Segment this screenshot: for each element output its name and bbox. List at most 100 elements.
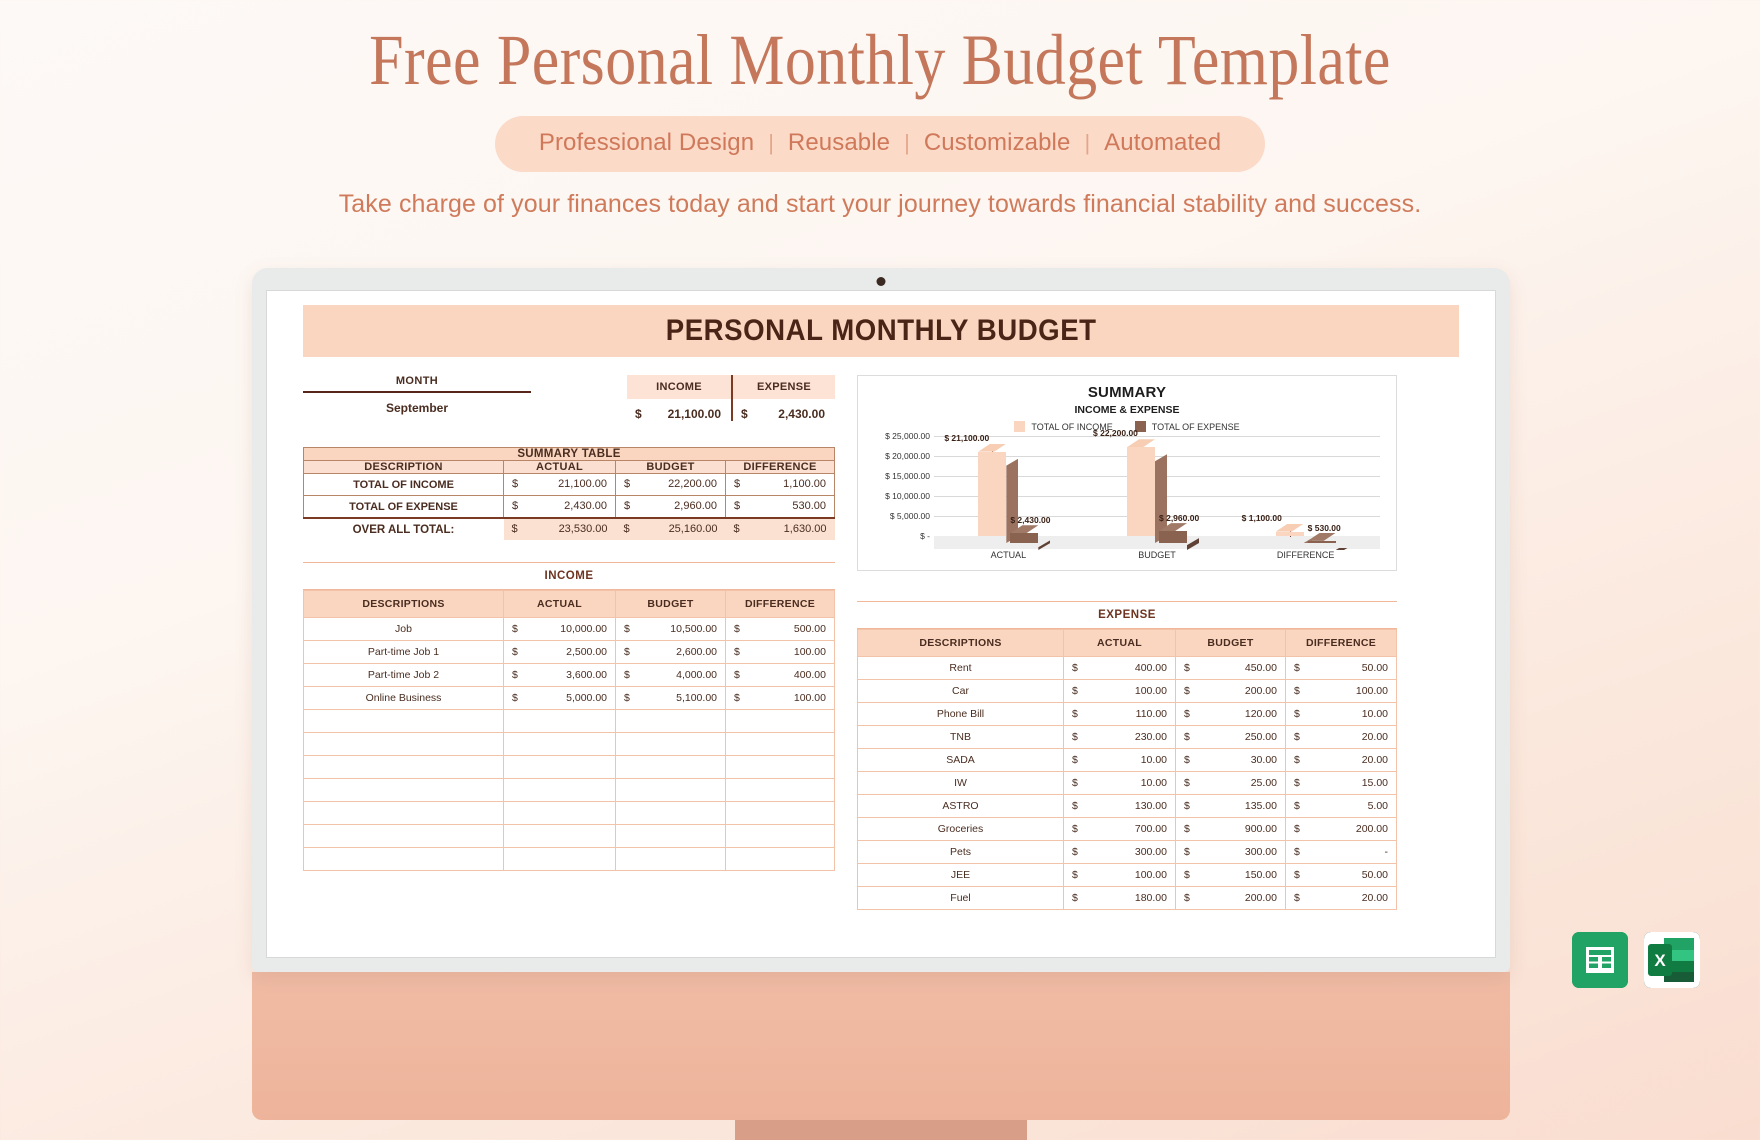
month-value[interactable]: September <box>303 393 531 415</box>
row-difference[interactable]: $5.00 <box>1285 794 1397 818</box>
row-budget[interactable] <box>615 709 726 733</box>
row-difference[interactable]: $100.00 <box>725 686 835 710</box>
row-description[interactable]: Job <box>303 617 504 641</box>
row-actual[interactable] <box>503 824 616 848</box>
bar-side <box>1038 540 1050 550</box>
row-budget[interactable] <box>615 732 726 756</box>
row-actual[interactable] <box>503 778 616 802</box>
row-description[interactable]: Pets <box>857 840 1064 864</box>
row-budget[interactable]: $300.00 <box>1175 840 1286 864</box>
row-difference[interactable]: $ - <box>1285 840 1397 864</box>
row-description[interactable]: Part-time Job 1 <box>303 640 504 664</box>
row-description[interactable]: Part-time Job 2 <box>303 663 504 687</box>
row-actual[interactable]: $5,000.00 <box>503 686 616 710</box>
value: 400.00 <box>1134 661 1167 674</box>
row-description[interactable]: Online Business <box>303 686 504 710</box>
row-actual[interactable]: $10.00 <box>1063 748 1176 772</box>
row-actual[interactable]: $3,600.00 <box>503 663 616 687</box>
currency-symbol: $ <box>1294 776 1300 789</box>
row-difference[interactable] <box>725 801 835 825</box>
row-budget[interactable] <box>615 755 726 779</box>
row-budget[interactable] <box>615 801 726 825</box>
row-description[interactable]: JEE <box>857 863 1064 887</box>
row-actual[interactable]: $300.00 <box>1063 840 1176 864</box>
row-description[interactable]: IW <box>857 771 1064 795</box>
row-description[interactable] <box>303 732 504 756</box>
row-description[interactable]: ASTRO <box>857 794 1064 818</box>
row-budget[interactable] <box>615 847 726 871</box>
row-difference[interactable]: $20.00 <box>1285 886 1397 910</box>
row-difference[interactable] <box>725 847 835 871</box>
row-budget[interactable]: $5,100.00 <box>615 686 726 710</box>
row-actual[interactable]: $100.00 <box>1063 863 1176 887</box>
row-budget[interactable] <box>615 824 726 848</box>
summary-header-actual: ACTUAL <box>503 460 616 474</box>
currency-symbol: $ <box>1294 684 1300 697</box>
row-description[interactable]: Rent <box>857 656 1064 680</box>
row-difference[interactable] <box>725 732 835 756</box>
row-difference[interactable] <box>725 824 835 848</box>
row-budget[interactable]: $30.00 <box>1175 748 1286 772</box>
row-difference[interactable]: $100.00 <box>1285 679 1397 703</box>
row-actual[interactable]: $100.00 <box>1063 679 1176 703</box>
expense-header-actual: ACTUAL <box>1063 629 1176 657</box>
row-actual[interactable]: $10.00 <box>1063 771 1176 795</box>
row-description[interactable] <box>303 709 504 733</box>
row-budget[interactable]: $2,600.00 <box>615 640 726 664</box>
row-budget[interactable]: $200.00 <box>1175 886 1286 910</box>
row-actual[interactable] <box>503 709 616 733</box>
row-description[interactable]: TNB <box>857 725 1064 749</box>
row-budget[interactable]: $10,500.00 <box>615 617 726 641</box>
row-actual[interactable]: $230.00 <box>1063 725 1176 749</box>
row-budget[interactable]: $250.00 <box>1175 725 1286 749</box>
row-description[interactable] <box>303 755 504 779</box>
google-sheets-icon[interactable] <box>1572 932 1628 988</box>
row-actual[interactable]: $2,500.00 <box>503 640 616 664</box>
value: 10.00 <box>1361 707 1388 720</box>
row-actual[interactable] <box>503 847 616 871</box>
row-budget[interactable]: $135.00 <box>1175 794 1286 818</box>
row-actual[interactable]: $400.00 <box>1063 656 1176 680</box>
row-actual[interactable] <box>503 732 616 756</box>
row-description[interactable]: Fuel <box>857 886 1064 910</box>
row-actual[interactable]: $10,000.00 <box>503 617 616 641</box>
row-actual[interactable] <box>503 755 616 779</box>
row-description[interactable]: Groceries <box>857 817 1064 841</box>
row-budget[interactable]: $450.00 <box>1175 656 1286 680</box>
row-budget[interactable]: $25.00 <box>1175 771 1286 795</box>
row-difference[interactable] <box>725 709 835 733</box>
row-difference[interactable]: $200.00 <box>1285 817 1397 841</box>
row-budget[interactable]: $120.00 <box>1175 702 1286 726</box>
row-actual[interactable] <box>503 801 616 825</box>
row-actual[interactable]: $130.00 <box>1063 794 1176 818</box>
row-difference[interactable]: $400.00 <box>725 663 835 687</box>
row-description[interactable] <box>303 847 504 871</box>
row-budget[interactable]: $200.00 <box>1175 679 1286 703</box>
row-difference[interactable]: $100.00 <box>725 640 835 664</box>
row-actual[interactable]: $700.00 <box>1063 817 1176 841</box>
row-difference[interactable]: $50.00 <box>1285 863 1397 887</box>
row-description[interactable] <box>303 801 504 825</box>
table-row: Rent $400.00 $450.00 $50.00 <box>857 656 1397 680</box>
microsoft-excel-icon[interactable]: X <box>1644 932 1700 988</box>
row-actual[interactable]: $110.00 <box>1063 702 1176 726</box>
row-difference[interactable]: $500.00 <box>725 617 835 641</box>
row-difference[interactable]: $10.00 <box>1285 702 1397 726</box>
row-actual[interactable]: $180.00 <box>1063 886 1176 910</box>
row-description[interactable]: Car <box>857 679 1064 703</box>
y-tick-label: $ 10,000.00 <box>885 491 930 501</box>
row-description[interactable]: SADA <box>857 748 1064 772</box>
row-description[interactable] <box>303 778 504 802</box>
row-description[interactable]: Phone Bill <box>857 702 1064 726</box>
row-difference[interactable] <box>725 755 835 779</box>
row-difference[interactable]: $20.00 <box>1285 748 1397 772</box>
row-difference[interactable]: $20.00 <box>1285 725 1397 749</box>
row-budget[interactable]: $4,000.00 <box>615 663 726 687</box>
row-difference[interactable]: $50.00 <box>1285 656 1397 680</box>
row-difference[interactable] <box>725 778 835 802</box>
row-budget[interactable]: $900.00 <box>1175 817 1286 841</box>
row-budget[interactable]: $150.00 <box>1175 863 1286 887</box>
row-budget[interactable] <box>615 778 726 802</box>
row-description[interactable] <box>303 824 504 848</box>
row-difference[interactable]: $15.00 <box>1285 771 1397 795</box>
